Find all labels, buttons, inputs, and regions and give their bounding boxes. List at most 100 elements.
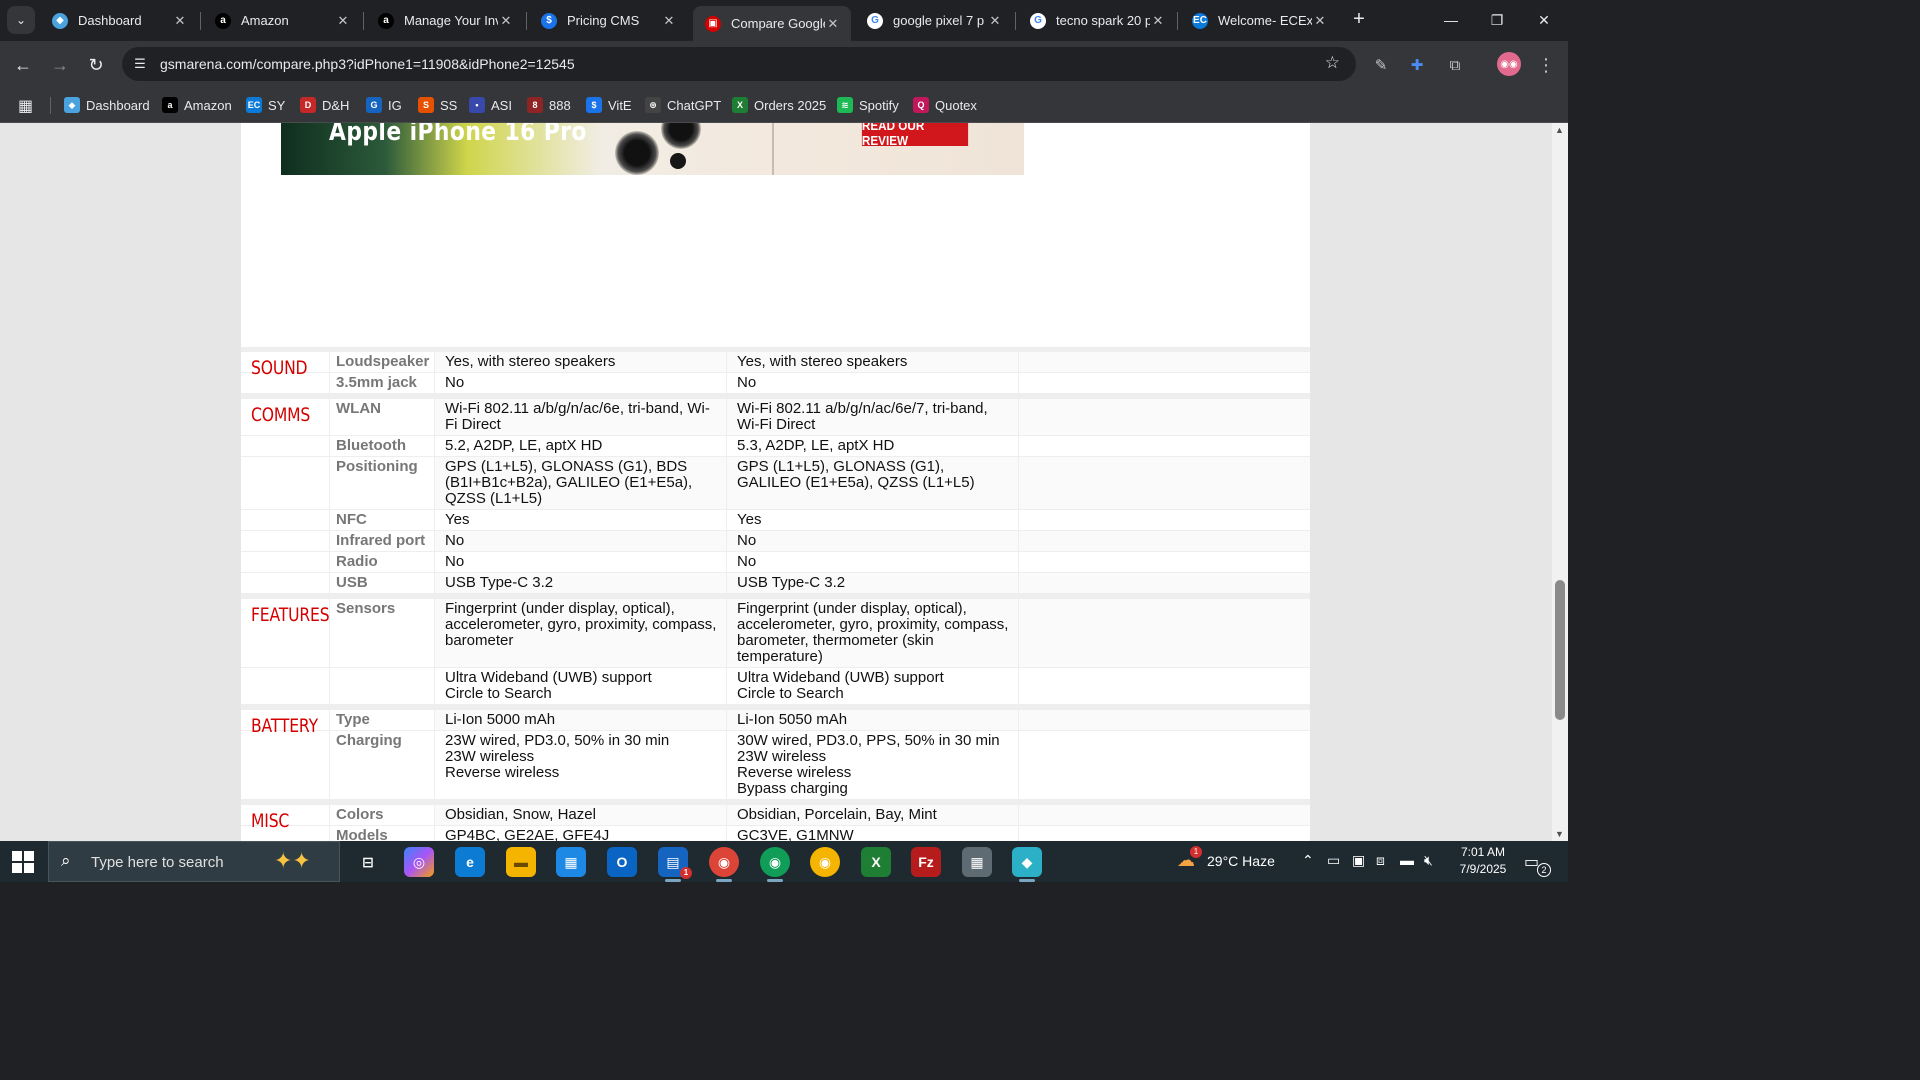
bookmark-item[interactable]: D D&H (300, 94, 349, 116)
spec-label[interactable]: 3.5mm jack (330, 373, 435, 393)
spec-label[interactable]: WLAN (330, 399, 435, 435)
reload-button[interactable]: ↻ (82, 51, 110, 79)
extension-puzzle-blue-icon[interactable]: ✚ (1405, 53, 1429, 77)
volume-muted-icon[interactable]: 🔇︎ (1424, 852, 1433, 869)
forward-button[interactable]: → (46, 51, 74, 79)
new-tab-button[interactable]: + (1348, 8, 1370, 31)
tab-close-icon[interactable]: ✕ (661, 13, 677, 29)
scrollbar-thumb[interactable] (1555, 580, 1565, 720)
store-icon[interactable]: ▦ (556, 847, 586, 877)
restore-button[interactable]: ❐ (1479, 6, 1515, 34)
weather-text[interactable]: 29°C Haze (1207, 853, 1275, 869)
bookmark-item[interactable]: Q Quotex (913, 94, 977, 116)
ad-review-button[interactable]: READ OUR REVIEW (861, 123, 969, 148)
tab-close-icon[interactable]: ✕ (1150, 13, 1166, 29)
site-info-icon[interactable]: ☰ (130, 54, 150, 74)
spec-label[interactable]: Radio (330, 552, 435, 572)
bookmark-item[interactable]: G IG (366, 94, 402, 116)
address-bar[interactable]: ☰ gsmarena.com/compare.php3?idPhone1=119… (122, 47, 1356, 81)
spec-category-label[interactable]: SOUND (251, 357, 308, 379)
browser-tab[interactable]: Gtecno spark 20 p ✕ (1018, 6, 1176, 35)
spec-label[interactable]: Type (330, 710, 435, 730)
calculator-icon[interactable]: ▦ (962, 847, 992, 877)
taskbar-clock[interactable]: 7:01 AM 7/9/2025 (1448, 844, 1518, 878)
spec-label[interactable]: Bluetooth (330, 436, 435, 456)
bookmark-item[interactable]: $ VitE (586, 94, 632, 116)
bookmark-item[interactable]: X Orders 2025 (732, 94, 826, 116)
extensions-puzzle-icon[interactable]: ⧉ (1443, 53, 1467, 77)
spec-label[interactable]: USB (330, 573, 435, 593)
spec-category-label[interactable]: FEATURES (251, 604, 330, 626)
url-text[interactable]: gsmarena.com/compare.php3?idPhone1=11908… (160, 56, 575, 72)
battery-icon[interactable]: ▬ (1400, 852, 1414, 868)
spec-label[interactable]: Loudspeaker (330, 352, 435, 372)
copilot-icon[interactable]: ◎ (404, 847, 434, 877)
spec-category-label[interactable]: MISC (251, 810, 289, 832)
spec-category-label[interactable]: COMMS (251, 404, 310, 426)
ad-banner[interactable]: Apple iPhone 16 Pro READ OUR REVIEW (281, 123, 1024, 175)
spec-category-label[interactable]: BATTERY (251, 715, 318, 737)
chrome-icon[interactable]: ◉ (709, 847, 739, 882)
browser-tab[interactable]: a Amazon ✕ (203, 6, 361, 35)
profile-avatar[interactable]: ◉◉ (1497, 52, 1521, 76)
app-diamond-icon[interactable]: ◆ (1012, 847, 1042, 882)
bookmark-item[interactable]: ≋ Spotify (837, 94, 899, 116)
chevron-up-icon[interactable]: ⌃ (1302, 852, 1314, 869)
browser-tab[interactable]: a Manage Your Inv ✕ (366, 6, 524, 35)
excel-icon[interactable]: X (861, 847, 891, 877)
scroll-down-arrow-icon[interactable]: ▼ (1555, 829, 1564, 839)
page-scrollbar[interactable]: ▲ ▼ (1552, 123, 1568, 841)
back-button[interactable]: ← (9, 51, 37, 79)
network-icon[interactable]: ▭ (1327, 852, 1340, 869)
chrome-profile-icon[interactable]: ◉ (760, 847, 790, 882)
tab-close-icon[interactable]: ✕ (335, 13, 351, 29)
outlook-icon[interactable]: O (607, 847, 637, 877)
tab-close-icon[interactable]: ✕ (987, 13, 1003, 29)
start-button[interactable] (12, 851, 34, 873)
tab-close-icon[interactable]: ✕ (1312, 13, 1328, 29)
spec-label[interactable]: Models (330, 826, 435, 841)
extension-feather-icon[interactable]: ✎ (1369, 53, 1393, 77)
minimize-button[interactable]: — (1433, 6, 1469, 34)
bookmark-label: Amazon (184, 97, 232, 113)
browser-tab[interactable]: ▣ Compare Google ✕ (693, 6, 851, 41)
spec-label[interactable]: Sensors (330, 599, 435, 667)
close-window-button[interactable]: ✕ (1526, 6, 1562, 34)
bookmark-star-icon[interactable]: ☆ (1325, 53, 1340, 73)
meet-now-icon[interactable]: ▣ (1352, 852, 1365, 869)
spec-label[interactable]: Colors (330, 805, 435, 825)
tab-close-icon[interactable]: ✕ (172, 13, 188, 29)
browser-tab[interactable]: Ggoogle pixel 7 p ✕ (855, 6, 1013, 35)
spec-label[interactable]: NFC (330, 510, 435, 530)
phone1-spec-value: 23W wired, PD3.0, 50% in 30 min 23W wire… (435, 731, 727, 799)
bookmark-item[interactable]: EC SY (246, 94, 285, 116)
filezilla-icon[interactable]: Fz (911, 847, 941, 877)
taskbar-search-box[interactable]: ⌕ Type here to search ✦✦ (48, 841, 340, 882)
browser-tab[interactable]: EC Welcome- ECExp ✕ (1180, 6, 1338, 35)
spec-label[interactable]: Charging (330, 731, 435, 799)
apps-grid-icon[interactable]: ▦ (18, 96, 33, 116)
browser-tab[interactable]: ◆ Dashboard ✕ (40, 6, 198, 35)
spec-label[interactable]: Infrared port (330, 531, 435, 551)
tab-close-icon[interactable]: ✕ (498, 13, 514, 29)
scroll-up-arrow-icon[interactable]: ▲ (1555, 125, 1564, 135)
tab-search-button[interactable]: ⌄ (7, 6, 35, 34)
display-icon[interactable]: ⧈ (1376, 852, 1385, 869)
bookmark-item[interactable]: • ASI (469, 94, 512, 116)
bookmark-item[interactable]: S SS (418, 94, 457, 116)
spec-label[interactable]: Positioning (330, 457, 435, 509)
chrome-profile-2-icon[interactable]: ◉ (810, 847, 840, 877)
edge-icon[interactable]: e (455, 847, 485, 877)
bookmark-item[interactable]: ⊛ ChatGPT (645, 94, 721, 116)
tab-close-icon[interactable]: ✕ (825, 16, 841, 32)
more-menu-icon[interactable]: ⋮ (1534, 53, 1558, 77)
file-explorer-icon[interactable]: ▬ (506, 847, 536, 877)
bookmark-item[interactable]: a Amazon (162, 94, 232, 116)
bookmark-label: D&H (322, 97, 350, 113)
task-view-icon[interactable]: ⊟ (353, 847, 383, 877)
taskbar-search-placeholder[interactable]: Type here to search (91, 854, 224, 871)
browser-tab[interactable]: $ Pricing CMS ✕ (529, 6, 687, 35)
calendar-app-icon[interactable]: ▤ 1 (658, 847, 692, 882)
bookmark-item[interactable]: ◆ Dashboard (64, 94, 150, 116)
bookmark-item[interactable]: 8 888 (527, 94, 571, 116)
